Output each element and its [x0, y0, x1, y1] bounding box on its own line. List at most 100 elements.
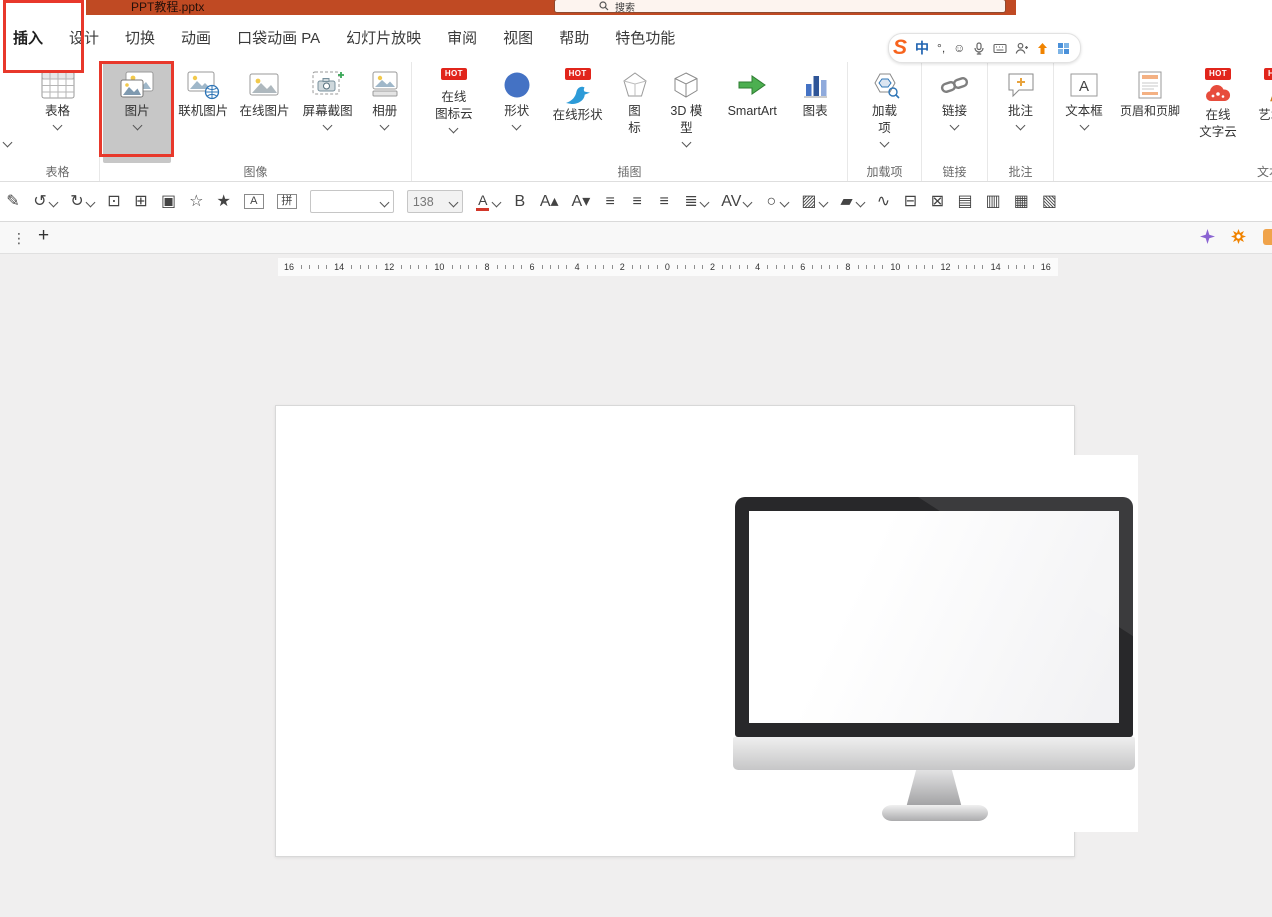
ruler-tick: [677, 265, 678, 269]
group-objects-icon[interactable]: ▦: [1014, 194, 1029, 210]
play-slideshow-icon[interactable]: ⊡: [107, 194, 121, 210]
web-pictures-button[interactable]: 在线图片: [235, 62, 293, 163]
redo-button[interactable]: ↻: [70, 194, 94, 210]
link-icon: [940, 68, 970, 102]
group-label: 文本: [1054, 163, 1272, 180]
pin-icon[interactable]: ✎: [6, 194, 20, 210]
font-name-combobox[interactable]: [310, 190, 394, 213]
header-footer-button[interactable]: 页眉和页脚: [1114, 62, 1186, 163]
addins-button[interactable]: 加载 项: [858, 62, 912, 163]
ungroup-objects-icon[interactable]: ▧: [1042, 194, 1057, 210]
char-spacing-button[interactable]: AV: [721, 194, 751, 210]
new-slide-button[interactable]: +: [38, 225, 49, 247]
wordart-icon: A: [1265, 82, 1272, 106]
align-center-button[interactable]: ≡: [630, 194, 644, 210]
rotate-objects-icon[interactable]: ⊠: [931, 194, 945, 210]
wordart-button[interactable]: HOT A 艺术字: [1250, 62, 1272, 163]
align-right-button[interactable]: ≡: [657, 194, 671, 210]
font-color-button[interactable]: A: [476, 193, 500, 211]
format-toolbar: ✎↺↻⊡⊞▣☆★A拼 138 ABA▴A▾≡≡≡≣AV○▨▰∿⊟⊠▤▥▦▧: [0, 182, 1272, 222]
dropdown-chevron: [681, 138, 691, 148]
online-pictures-button[interactable]: 联机图片: [172, 62, 234, 163]
undo-button[interactable]: ↺: [33, 194, 57, 210]
format-toolbar-left: ✎ ↺ ↻ ⊡ ⊞ ▣ ☆ ★ A拼: [6, 194, 297, 210]
character-border-icon[interactable]: A: [244, 194, 264, 209]
partial-plugin-icon[interactable]: [1263, 229, 1272, 245]
increase-font-button[interactable]: A▴: [540, 194, 559, 210]
tab-帮助[interactable]: 帮助: [546, 16, 602, 62]
icons-button[interactable]: 图 标: [616, 62, 654, 163]
more-options-icon[interactable]: ⋮: [12, 230, 26, 247]
bold-button[interactable]: B: [513, 194, 527, 210]
tab-审阅[interactable]: 审阅: [434, 16, 490, 62]
align-objects-icon[interactable]: ⊟: [904, 194, 918, 210]
star-effect-icon[interactable]: ★: [216, 194, 230, 210]
word-cloud-button[interactable]: HOT 在线 文字云: [1190, 62, 1246, 163]
monitor-screen: [749, 511, 1119, 723]
ruler-number: 14: [334, 262, 344, 272]
ruler-tick: [513, 265, 514, 269]
person-icon[interactable]: [1015, 42, 1028, 55]
link-button[interactable]: 链接: [931, 62, 979, 163]
font-size-combobox[interactable]: 138: [407, 190, 463, 213]
tab-视图[interactable]: 视图: [490, 16, 546, 62]
shapes-button[interactable]: 形状: [494, 62, 540, 163]
dropdown-chevron: [1079, 121, 1089, 131]
online-shapes-button[interactable]: HOT 在线形状: [547, 62, 609, 163]
ruler-tick: [730, 265, 731, 269]
decrease-font-button[interactable]: A▾: [572, 194, 591, 210]
tab-动画[interactable]: 动画: [168, 16, 224, 62]
plugin-gear-icon[interactable]: [1231, 229, 1248, 246]
horizontal-ruler[interactable]: 1614121086420246810121416: [278, 258, 1058, 276]
ime-emoji[interactable]: ☺: [953, 41, 965, 55]
3d-model-button[interactable]: 3D 模 型: [660, 62, 712, 163]
ime-lang-toggle[interactable]: 中: [915, 38, 929, 58]
distribute-text-button[interactable]: ≣: [684, 194, 708, 210]
tab-幻灯片放映[interactable]: 幻灯片放映: [333, 16, 434, 62]
highlight-button[interactable]: ▰: [840, 194, 864, 210]
comment-button[interactable]: 批注: [997, 62, 1045, 163]
favorite-star-icon[interactable]: ☆: [189, 194, 203, 210]
shape-outline-button[interactable]: ○: [764, 194, 788, 210]
dropdown-chevron: [512, 121, 522, 131]
ruler-tick: [924, 265, 925, 269]
textbox-button[interactable]: A 文本框: [1058, 62, 1110, 163]
upload-icon[interactable]: [1036, 42, 1049, 55]
bring-forward-icon[interactable]: ▤: [958, 194, 973, 210]
ruler-tick: [747, 265, 748, 269]
mic-icon[interactable]: [973, 42, 985, 55]
search-box[interactable]: 搜索: [554, 0, 1006, 13]
keyboard-icon[interactable]: [993, 43, 1007, 54]
slide-layout-icon[interactable]: ⊞: [134, 194, 148, 210]
inserted-picture[interactable]: [728, 455, 1138, 832]
align-left-button[interactable]: ≡: [603, 194, 617, 210]
ruler-tick: [776, 265, 777, 269]
tab-设计[interactable]: 设计: [56, 16, 112, 62]
ribbon-overflow-chevron[interactable]: [3, 138, 13, 148]
curve-tool-icon[interactable]: ∿: [877, 194, 891, 210]
tab-特色功能[interactable]: 特色功能: [602, 16, 688, 62]
ruler-number: 10: [890, 262, 900, 272]
chart-button[interactable]: 图表: [792, 62, 838, 163]
phonetic-guide-icon[interactable]: 拼: [277, 194, 297, 209]
fill-color-button[interactable]: ▨: [801, 194, 826, 210]
ime-punctuation[interactable]: °,: [937, 41, 945, 55]
tab-口袋动画 PA[interactable]: 口袋动画 PA: [224, 16, 333, 62]
tab-插入[interactable]: 插入: [0, 16, 56, 62]
plugin-star-icon[interactable]: [1200, 229, 1217, 246]
send-backward-icon[interactable]: ▥: [986, 194, 1001, 210]
photo-album-button[interactable]: 相册: [362, 62, 408, 163]
ruler-number: 4: [755, 262, 760, 272]
apps-grid-icon[interactable]: [1057, 42, 1070, 55]
screenshot-button[interactable]: 屏幕截图: [295, 62, 361, 163]
smartart-button[interactable]: SmartArt: [719, 62, 785, 163]
hot-badge: HOT: [1205, 68, 1231, 80]
monitor-chin: [733, 737, 1135, 770]
export-image-icon[interactable]: ▣: [161, 194, 176, 210]
ruler-tick: [368, 265, 369, 269]
tab-切换[interactable]: 切换: [112, 16, 168, 62]
pictures-button[interactable]: 图片: [103, 62, 171, 163]
online-icon-cloud-button[interactable]: HOT 在线 图标云: [421, 62, 487, 163]
hot-badge: HOT: [1264, 68, 1272, 80]
table-button[interactable]: 表格: [32, 62, 84, 163]
